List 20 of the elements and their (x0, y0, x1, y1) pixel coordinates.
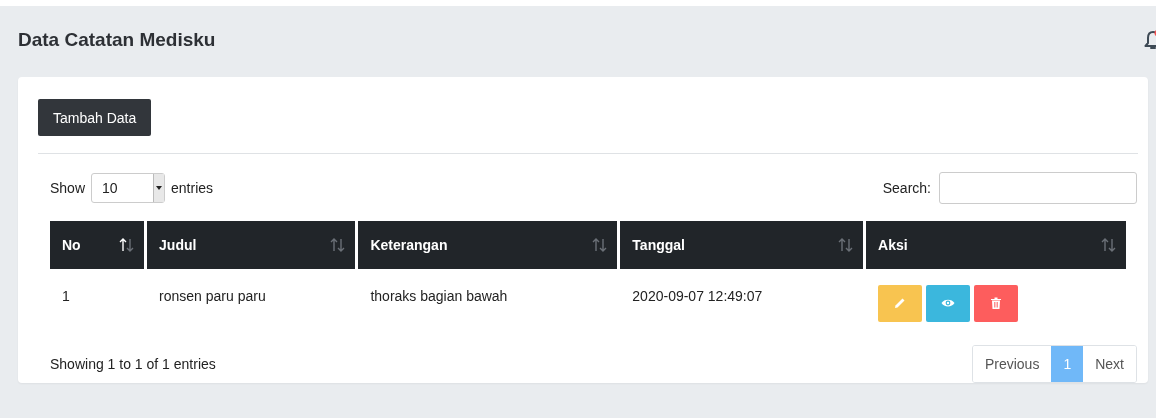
eye-icon (941, 298, 956, 308)
trash-icon (991, 297, 1002, 309)
column-header[interactable]: Aksi (866, 221, 1126, 269)
search-field[interactable] (939, 172, 1137, 204)
edit-button[interactable] (878, 284, 923, 322)
table-cell-text: 1 (61, 287, 71, 306)
search-label: Search: (882, 180, 931, 196)
show-label: Show (50, 180, 86, 196)
table-cell-text: thoraks bagian bawah (369, 287, 509, 306)
caret-icon (156, 186, 163, 190)
table-cell-text: 2020-09-07 12:49:07 (631, 287, 764, 306)
entries-label: entries (171, 180, 214, 196)
page-title: Data Catatan Medisku (18, 28, 216, 51)
add-data-button[interactable]: Tambah Data (38, 99, 152, 136)
delete-button[interactable] (974, 284, 1019, 322)
view-button[interactable] (926, 284, 971, 322)
table-info: Showing 1 to 1 of 1 entries (50, 356, 216, 372)
entries-select[interactable]: 10 (91, 173, 166, 203)
pencil-icon (894, 297, 907, 309)
table-cell-text: ronsen paru paru (158, 287, 267, 306)
